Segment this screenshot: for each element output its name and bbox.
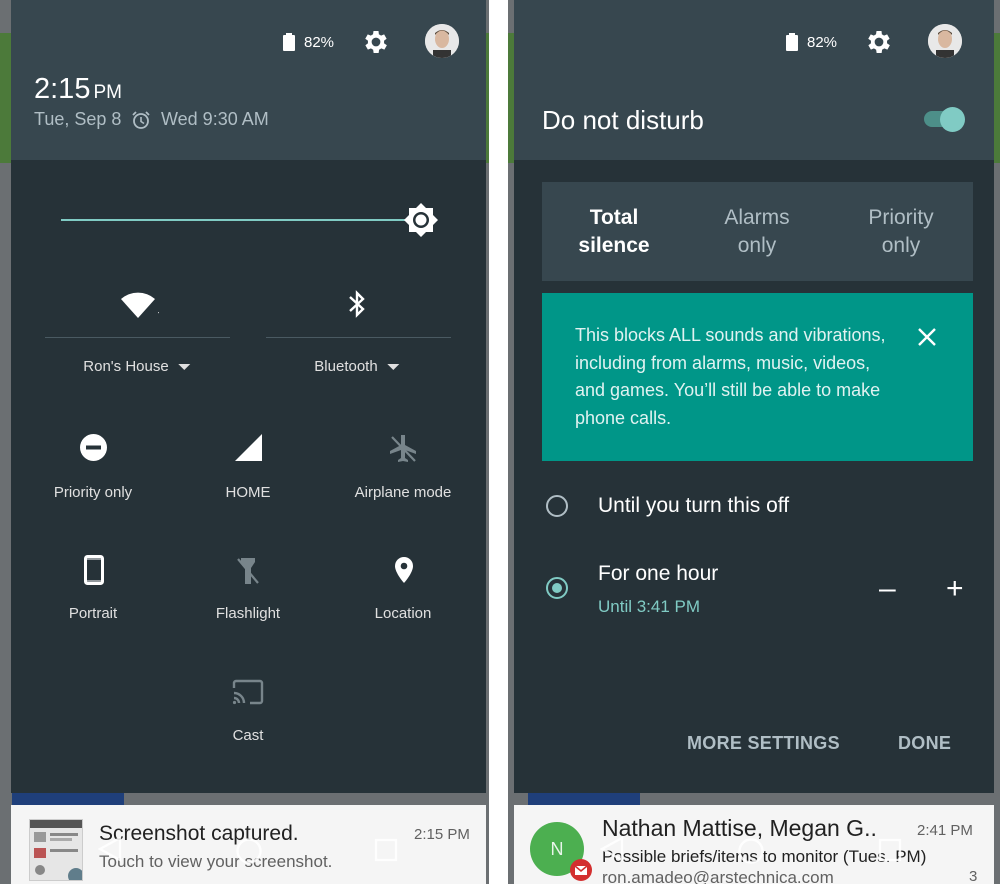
alarm-clock-icon [131, 110, 151, 135]
home-nav-icon[interactable] [737, 837, 765, 870]
dnd-title: Do not disturb [542, 105, 704, 135]
flashlight-icon[interactable] [236, 556, 260, 591]
increase-duration-button[interactable]: + [946, 574, 964, 604]
priority-only-label[interactable]: Priority only [54, 484, 132, 501]
portrait-rotation-icon[interactable] [84, 555, 104, 590]
date-text: Tue, Sep 8 [34, 109, 122, 129]
cast-label[interactable]: Cast [233, 727, 264, 744]
do-not-disturb-panel: 82% Do not disturb Total silence Alarms on… [508, 0, 1000, 884]
segment-line: only [881, 234, 921, 257]
dnd-info-card: This blocks ALL sounds and vibrations, i… [542, 293, 973, 461]
user-avatar[interactable] [425, 24, 459, 58]
tile-divider [266, 337, 451, 338]
settings-gear-icon[interactable] [864, 27, 894, 57]
recents-nav-icon[interactable] [878, 838, 902, 867]
chevron-down-icon [178, 364, 191, 371]
segment-line: Alarms [724, 206, 790, 229]
back-nav-icon[interactable] [97, 835, 122, 867]
quick-settings-panel: 82% 2:15 PM Tue, Sep 8 Wed 9:30 AM Ron's … [0, 0, 489, 884]
portrait-label[interactable]: Portrait [69, 605, 117, 622]
settings-gear-icon[interactable] [361, 27, 391, 57]
notification-email: ron.amadeo@arstechnica.com [602, 868, 834, 884]
back-nav-icon[interactable] [599, 835, 624, 867]
notification-shade: 82% 2:15 PM Tue, Sep 8 Wed 9:30 AM Ron's … [11, 0, 486, 793]
clock-ampm: PM [93, 82, 122, 103]
segment-line: silence [578, 234, 650, 257]
carrier-label[interactable]: HOME [226, 484, 271, 501]
dnd-toggle-thumb[interactable] [940, 107, 965, 132]
wifi-network-name: Ron's House [83, 358, 169, 375]
bluetooth-text: Bluetooth [314, 358, 378, 375]
battery-icon [283, 33, 295, 51]
next-alarm-text[interactable]: Wed 9:30 AM [161, 109, 269, 130]
battery-percent: 82% [304, 34, 335, 51]
radio-until-off[interactable] [546, 495, 568, 517]
airplane-mode-label[interactable]: Airplane mode [355, 484, 452, 501]
dnd-mode-selector: Total silence Alarms only Priority only [542, 182, 973, 281]
segment-priority-only[interactable]: Priority only [831, 204, 971, 260]
segment-total-silence[interactable]: Total silence [544, 204, 684, 260]
location-label[interactable]: Location [375, 605, 432, 622]
segment-line: only [737, 234, 777, 257]
airplane-icon[interactable] [389, 434, 417, 469]
recents-nav-icon[interactable] [374, 838, 398, 867]
notification-time: 2:15 PM [414, 826, 470, 843]
brightness-slider[interactable] [61, 219, 419, 221]
brightness-icon[interactable] [403, 202, 439, 243]
notification-shade: 82% Do not disturb Total silence Alarms on… [514, 0, 994, 793]
do-not-disturb-icon[interactable] [79, 433, 108, 467]
panel-divider [489, 0, 508, 884]
battery-percent: 82% [807, 34, 838, 51]
user-avatar[interactable] [928, 24, 962, 58]
close-icon[interactable] [916, 326, 938, 353]
bluetooth-label[interactable]: Bluetooth [314, 358, 400, 375]
clock-hours: 2:15 [34, 73, 91, 105]
wifi-icon[interactable] [119, 290, 164, 325]
shade-header: 82% Do not disturb [514, 0, 994, 160]
flashlight-label[interactable]: Flashlight [216, 605, 280, 622]
more-settings-button[interactable]: MORE SETTINGS [687, 733, 840, 754]
clock-time: 2:15 PM [34, 73, 122, 106]
tile-divider [45, 337, 230, 338]
bluetooth-icon[interactable] [346, 289, 368, 324]
cast-icon[interactable] [231, 679, 265, 710]
decrease-duration-button[interactable]: – [879, 574, 896, 604]
battery-icon [786, 33, 798, 51]
wifi-label[interactable]: Ron's House [83, 358, 191, 375]
done-button[interactable]: DONE [898, 733, 951, 754]
option-one-hour-end-time: Until 3:41 PM [598, 597, 701, 616]
home-nav-icon[interactable] [235, 837, 263, 870]
segment-alarms-only[interactable]: Alarms only [687, 204, 827, 260]
notification-count: 3 [969, 868, 978, 884]
cell-signal-icon[interactable] [234, 433, 263, 467]
notification-title: Screenshot captured. [99, 822, 299, 845]
screenshot-thumbnail [29, 819, 84, 884]
segment-line: Priority [868, 206, 934, 229]
segment-line: Total [589, 206, 639, 229]
location-pin-icon[interactable] [394, 556, 414, 589]
notification-subtitle: Touch to view your screenshot. [99, 852, 333, 871]
gmail-badge-icon [570, 859, 592, 881]
notification-time: 2:41 PM [917, 822, 973, 839]
option-until-off-label[interactable]: Until you turn this off [598, 494, 789, 518]
info-text: This blocks ALL sounds and vibrations, i… [575, 325, 886, 428]
option-one-hour-label[interactable]: For one hour [598, 562, 718, 586]
radio-one-hour[interactable] [546, 577, 568, 599]
shade-header: 82% 2:15 PM Tue, Sep 8 Wed 9:30 AM [11, 0, 486, 160]
chevron-down-icon [387, 364, 400, 371]
